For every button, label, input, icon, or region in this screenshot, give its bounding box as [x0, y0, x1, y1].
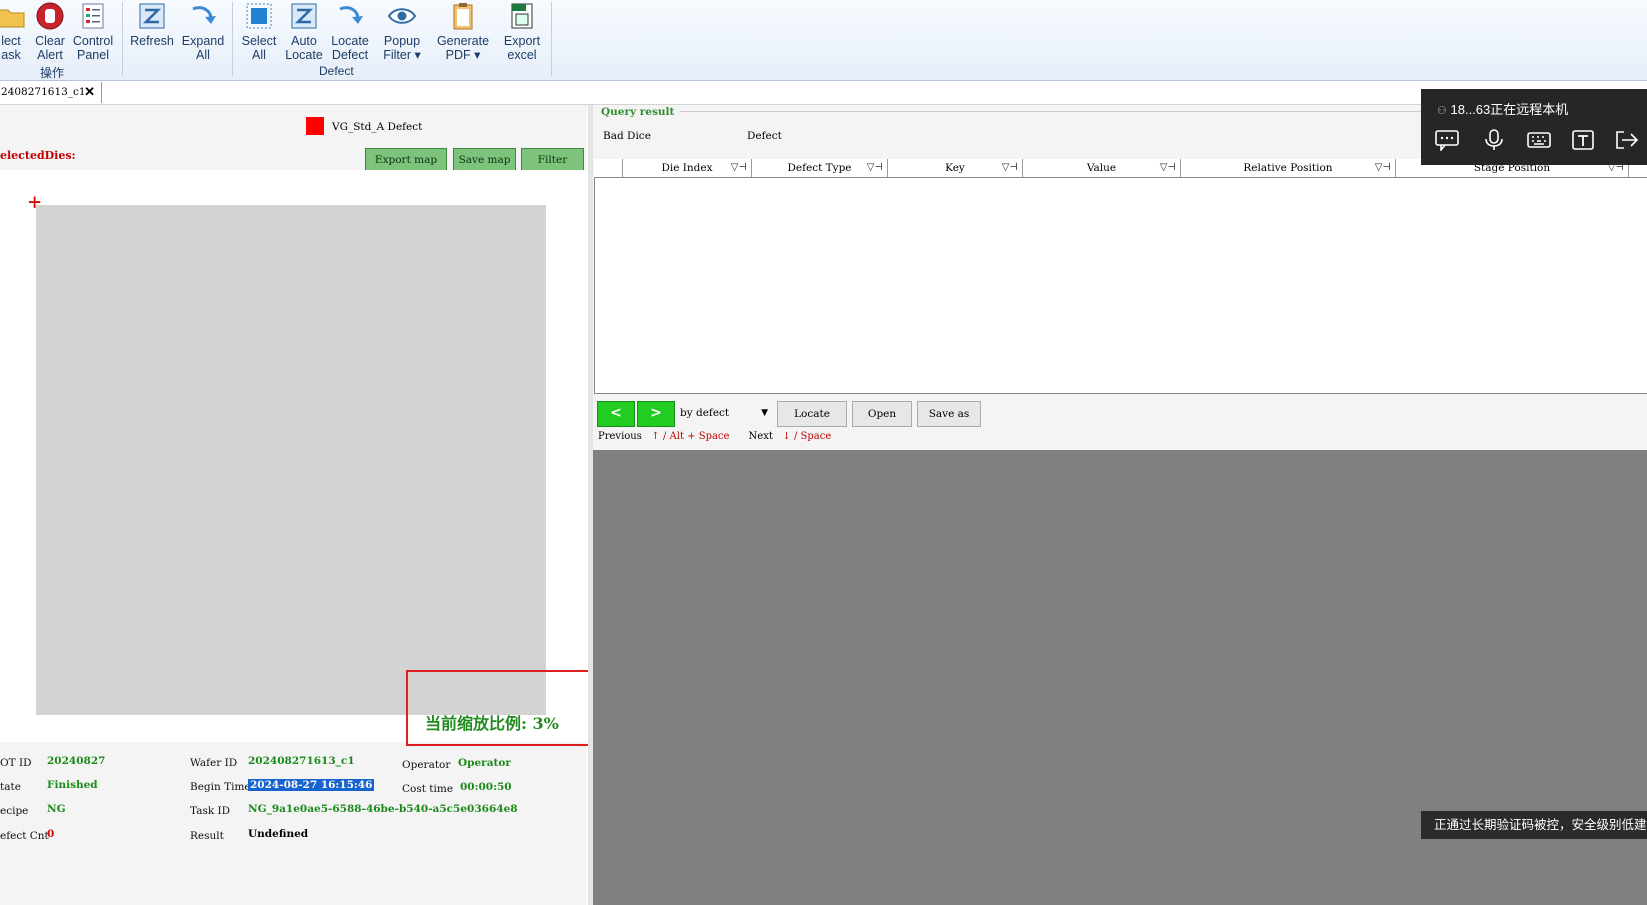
eye-icon: [387, 8, 417, 24]
expand-arrow-icon: [192, 6, 216, 24]
legend-label: VG_Std_A Defect: [332, 121, 423, 133]
filter-pin-icon[interactable]: ▽⊣: [1002, 159, 1018, 177]
query-result-title: Query result: [601, 106, 675, 118]
shortcut-hint: Previous ↑ / Alt + Space Next ↓ / Space: [598, 431, 832, 442]
legend-color-swatch: [306, 117, 324, 135]
user-icon: ⚇: [1437, 105, 1447, 117]
clear-alert-button[interactable]: Clear Alert: [30, 0, 70, 62]
recipe-key: ecipe: [0, 805, 29, 817]
zoom-highlight-box: [406, 670, 593, 746]
defect-label: Defect: [747, 130, 782, 142]
begin-time-key: Begin Time: [190, 781, 251, 793]
refresh-icon: [139, 3, 165, 29]
recipe-value: NG: [47, 803, 66, 815]
column-header-defect-type[interactable]: Defect Type ▽⊣: [752, 159, 888, 177]
wafer-id-key: Wafer ID: [190, 757, 238, 769]
group-label-defect: Defect: [319, 64, 354, 78]
save-map-button[interactable]: Save map: [453, 148, 516, 172]
crosshair-icon: +: [28, 190, 42, 215]
filter-pin-icon[interactable]: ▽⊣: [731, 159, 747, 177]
ribbon-separator: [551, 2, 552, 76]
column-header-key[interactable]: Key ▽⊣: [888, 159, 1023, 177]
filter-pin-icon[interactable]: ▽⊣: [1375, 159, 1391, 177]
wafer-map-area[interactable]: [36, 205, 546, 715]
folder-icon: [0, 9, 25, 28]
chat-icon[interactable]: [1435, 129, 1459, 151]
locate-defect-button[interactable]: Locate Defect: [327, 0, 373, 62]
security-warning-toast: 正通过长期验证码被控，安全级别低建议: [1421, 811, 1647, 839]
auto-locate-button[interactable]: Auto Locate: [281, 0, 327, 62]
document-tab-strip: 2408271613_c1 ✕: [0, 82, 1647, 105]
microphone-icon[interactable]: [1482, 129, 1506, 151]
ribbon-toolbar: lect ask Clear Alert Control Panel 操作 Re…: [0, 0, 1647, 81]
previous-button[interactable]: <: [597, 401, 635, 427]
column-header-relative-position[interactable]: Relative Position ▽⊣: [1181, 159, 1396, 177]
open-button[interactable]: Open: [852, 401, 912, 427]
text-input-icon[interactable]: [1571, 129, 1595, 151]
zoom-level-label: 当前缩放比例: 3%: [425, 714, 559, 733]
chevron-down-icon[interactable]: ▼: [761, 403, 768, 423]
navigation-mode-select[interactable]: by defect ▼: [680, 403, 770, 423]
task-id-key: Task ID: [190, 805, 231, 817]
keyboard-icon[interactable]: [1527, 129, 1551, 151]
filter-pin-icon[interactable]: ▽⊣: [867, 159, 883, 177]
locate-arrow-icon: [339, 6, 363, 24]
remote-status-label: ⚇ 18...63正在远程本机: [1437, 102, 1569, 117]
expand-all-button[interactable]: Expand All: [180, 0, 226, 62]
bad-dice-label: Bad Dice: [603, 130, 651, 142]
close-icon[interactable]: ✕: [84, 82, 95, 103]
down-arrow-icon: ↓: [782, 431, 791, 442]
result-key: Result: [190, 830, 224, 842]
clipboard-icon: [453, 3, 473, 30]
state-value: Finished: [47, 779, 98, 791]
state-key: tate: [0, 781, 21, 793]
checklist-icon: [82, 3, 104, 29]
generate-pdf-button[interactable]: Generate PDF ▾: [434, 0, 492, 62]
select-all-icon: [246, 3, 272, 29]
group-label-operate: 操作: [40, 66, 65, 80]
filter-button[interactable]: Filter: [521, 148, 584, 172]
column-header-value[interactable]: Value ▽⊣: [1023, 159, 1181, 177]
operator-key: Operator: [402, 759, 451, 771]
save-as-button[interactable]: Save as: [917, 401, 981, 427]
control-panel-button[interactable]: Control Panel: [70, 0, 116, 62]
operator-value: Operator: [458, 757, 511, 769]
select-all-button[interactable]: Select All: [237, 0, 281, 62]
query-result-grid[interactable]: [594, 159, 1647, 394]
column-header-die-index[interactable]: Die Index ▽⊣: [623, 159, 752, 177]
defect-cnt-value: 0: [47, 828, 55, 840]
filter-pin-icon[interactable]: ▽⊣: [1160, 159, 1176, 177]
select-task-button[interactable]: lect ask: [0, 0, 26, 62]
stop-hand-icon: [36, 2, 64, 30]
next-button[interactable]: >: [637, 401, 675, 427]
excel-file-icon: [511, 3, 533, 29]
defect-cnt-key: efect Cnt: [0, 830, 49, 842]
cost-time-key: Cost time: [402, 783, 454, 795]
task-id-value: NG_9a1e0ae5-6588-46be-b540-a5c5e03664e8: [248, 803, 518, 815]
remote-control-panel: ⚇ 18...63正在远程本机: [1421, 89, 1647, 165]
export-excel-button[interactable]: Export excel: [497, 0, 547, 62]
auto-locate-icon: [291, 3, 317, 29]
ribbon-separator: [232, 2, 233, 76]
export-map-button[interactable]: Export map: [365, 148, 447, 172]
document-tab[interactable]: 2408271613_c1 ✕: [0, 82, 102, 103]
refresh-button[interactable]: Refresh: [128, 0, 176, 62]
lot-id-key: OT ID: [0, 757, 32, 769]
locate-button[interactable]: Locate: [777, 401, 847, 427]
lot-id-value: 20240827: [47, 755, 106, 767]
row-selector-header[interactable]: [594, 159, 623, 177]
wafer-id-value: 202408271613_c1: [248, 755, 355, 767]
up-arrow-icon: ↑: [651, 431, 660, 442]
selected-dies-label: electedDies:: [0, 149, 76, 162]
popup-filter-button[interactable]: Popup Filter ▾: [376, 0, 428, 62]
result-value: Undefined: [248, 828, 309, 840]
begin-time-value[interactable]: 2024-08-27 16:15:46: [248, 779, 375, 791]
cost-time-value: 00:00:50: [460, 781, 512, 793]
ribbon-separator: [122, 2, 123, 76]
exit-icon[interactable]: [1615, 129, 1639, 151]
